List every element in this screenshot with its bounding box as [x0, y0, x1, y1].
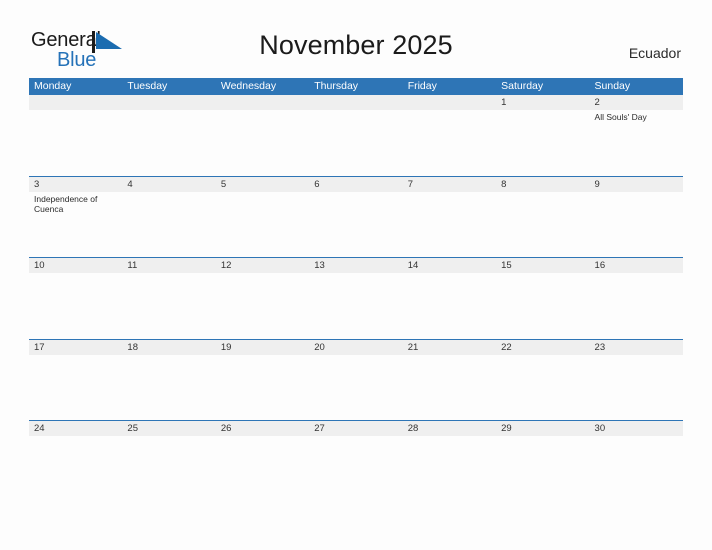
calendar-week-row: 24 25 26 27 28 29 30	[29, 420, 683, 502]
day-cell-14[interactable]: 14	[403, 258, 496, 339]
day-number: 6	[314, 178, 320, 190]
calendar-weeks: 1 2 All Souls' Day 3 Independence of Cuenca 4…	[29, 95, 683, 502]
week-cells: 17 18 19 20 21 22 23	[29, 340, 683, 421]
day-cell-empty	[122, 95, 215, 176]
day-number: 5	[220, 178, 227, 190]
day-cell-21[interactable]: 21	[403, 340, 496, 421]
page-header: General Blue November 2025 Ecuador	[0, 0, 712, 78]
weekday-header-saturday: Saturday	[501, 80, 544, 92]
day-cell-26[interactable]: 26	[216, 421, 309, 502]
day-cell-empty	[403, 95, 496, 176]
day-number: 15	[501, 260, 512, 271]
day-number: 16	[594, 260, 606, 271]
week-cells: 3 Independence of Cuenca 4 5 6 7 8 9	[29, 177, 683, 258]
day-cell-12[interactable]: 12	[216, 258, 309, 339]
day-number: 13	[314, 260, 325, 271]
day-number: 20	[314, 341, 325, 353]
day-cell-23[interactable]: 23	[590, 340, 683, 421]
weekday-header-thursday: Thursday	[314, 80, 359, 92]
day-cell-empty	[309, 95, 402, 176]
weekday-header-wednesday: Wednesday	[220, 80, 277, 92]
day-cell-30[interactable]: 30	[590, 421, 683, 502]
day-number: 25	[127, 423, 138, 434]
day-cell-2[interactable]: 2 All Souls' Day	[590, 95, 683, 176]
day-number: 4	[127, 178, 133, 190]
day-number: 8	[501, 178, 507, 190]
day-number: 28	[407, 423, 419, 434]
day-events: Independence of Cuenca	[34, 192, 122, 215]
day-number: 17	[34, 341, 45, 353]
week-cells: 1 2 All Souls' Day	[29, 95, 683, 176]
day-number	[221, 95, 309, 110]
day-number: 30	[594, 423, 606, 434]
day-number: 21	[407, 341, 419, 353]
day-cell-11[interactable]: 11	[122, 258, 215, 339]
day-number: 23	[594, 341, 606, 353]
day-number: 27	[314, 423, 325, 434]
day-number: 10	[34, 260, 45, 271]
day-cell-16[interactable]: 16	[590, 258, 683, 339]
day-number: 14	[407, 260, 419, 271]
day-cell-20[interactable]: 20	[309, 340, 402, 421]
day-cell-7[interactable]: 7	[403, 177, 496, 258]
weekday-header-monday: Monday	[34, 80, 72, 92]
day-cell-empty	[216, 95, 309, 176]
day-cell-15[interactable]: 15	[496, 258, 589, 339]
day-cell-19[interactable]: 19	[216, 340, 309, 421]
calendar-week-row: 3 Independence of Cuenca 4 5 6 7 8 9	[29, 175, 683, 258]
day-number: 22	[501, 341, 512, 353]
day-number	[408, 95, 496, 110]
day-cell-25[interactable]: 25	[122, 421, 215, 502]
weekday-header-friday: Friday	[407, 80, 437, 92]
day-cell-18[interactable]: 18	[122, 340, 215, 421]
country-label: Ecuador	[628, 45, 681, 61]
weekday-header-row: Monday Tuesday Wednesday Thursday Friday Satu…	[29, 78, 683, 95]
day-cell-22[interactable]: 22	[496, 340, 589, 421]
day-number: 12	[220, 260, 232, 271]
event-label: Independence of Cuenca	[34, 193, 98, 215]
day-cell-9[interactable]: 9	[590, 177, 683, 258]
day-cell-1[interactable]: 1	[496, 95, 589, 176]
day-cell-10[interactable]: 10	[29, 258, 122, 339]
weekday-header-sunday: Sunday	[594, 80, 631, 92]
calendar-week-row: 17 18 19 20 21 22 23	[29, 338, 683, 421]
day-number: 26	[220, 423, 232, 434]
calendar-week-row: 1 2 All Souls' Day	[29, 95, 683, 176]
day-cell-17[interactable]: 17	[29, 340, 122, 421]
day-number: 24	[34, 423, 45, 434]
day-cell-29[interactable]: 29	[496, 421, 589, 502]
day-cell-13[interactable]: 13	[309, 258, 402, 339]
day-cell-4[interactable]: 4	[122, 177, 215, 258]
day-events: All Souls' Day	[595, 110, 683, 123]
day-number: 11	[127, 260, 138, 271]
day-number: 18	[127, 341, 138, 353]
day-number	[34, 95, 122, 110]
day-cell-3[interactable]: 3 Independence of Cuenca	[29, 177, 122, 258]
day-number: 9	[594, 178, 600, 190]
day-number: 19	[220, 341, 232, 353]
calendar-week-row: 10 11 12 13 14 15 16	[29, 257, 683, 339]
calendar-grid: Monday Tuesday Wednesday Thursday Friday Satu…	[29, 78, 683, 502]
day-cell-8[interactable]: 8	[496, 177, 589, 258]
week-cells: 24 25 26 27 28 29 30	[29, 421, 683, 502]
day-cell-28[interactable]: 28	[403, 421, 496, 502]
week-cells: 10 11 12 13 14 15 16	[29, 258, 683, 339]
day-number: 1	[501, 97, 507, 108]
page-title: November 2025	[259, 30, 453, 60]
day-number: 2	[594, 97, 600, 108]
day-number	[127, 95, 215, 110]
day-number: 7	[407, 178, 413, 190]
event-label: All Souls' Day	[594, 112, 647, 122]
weekday-header-tuesday: Tuesday	[127, 80, 168, 92]
day-cell-27[interactable]: 27	[309, 421, 402, 502]
day-cell-6[interactable]: 6	[309, 177, 402, 258]
day-cell-24[interactable]: 24	[29, 421, 122, 502]
day-number	[314, 95, 402, 110]
day-cell-5[interactable]: 5	[216, 177, 309, 258]
day-number: 3	[34, 178, 40, 190]
day-cell-empty	[29, 95, 122, 176]
day-number: 29	[501, 423, 512, 434]
